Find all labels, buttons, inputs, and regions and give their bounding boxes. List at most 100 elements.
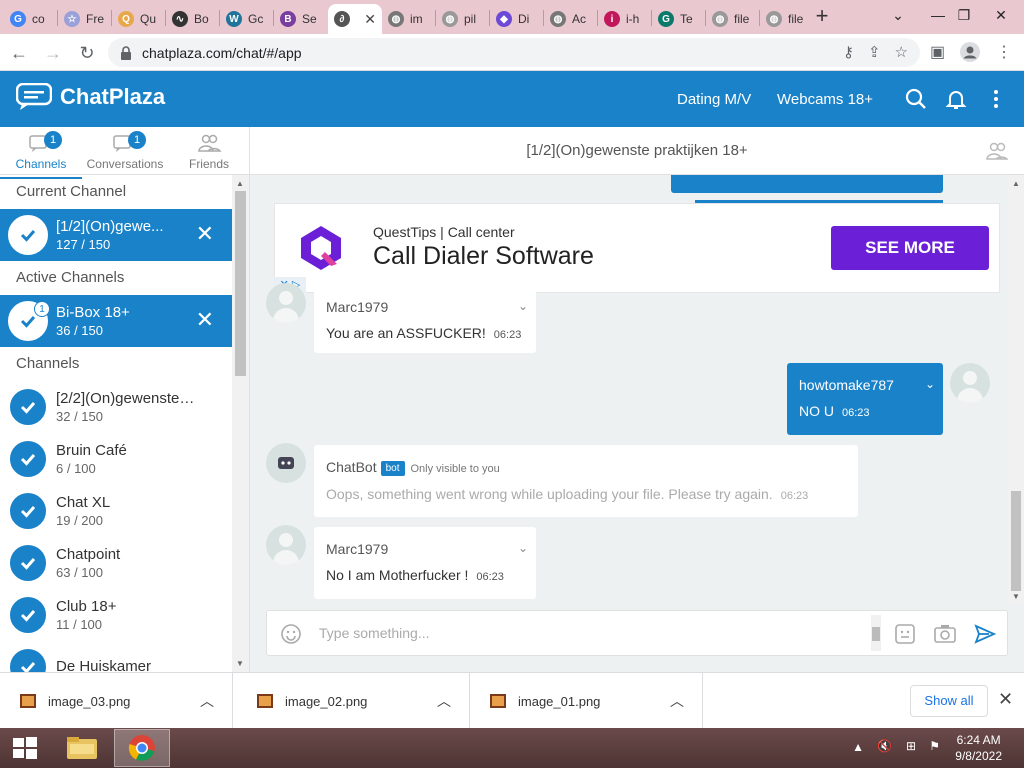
omnibox[interactable]: chatplaza.com/chat/#/app ⚷ ⇪ ☆ bbox=[108, 38, 920, 67]
download-item[interactable]: image_02.png ︿ bbox=[237, 673, 470, 729]
side-panel-icon[interactable]: ▣ bbox=[930, 42, 945, 62]
network-icon[interactable]: ⊞ bbox=[906, 739, 916, 753]
sidebar-scrollbar[interactable]: ▲ ▼ bbox=[232, 175, 249, 672]
input-scrollbar[interactable] bbox=[871, 615, 881, 651]
chatbot-avatar bbox=[266, 443, 306, 483]
chevron-down-icon[interactable]: ⌄ bbox=[925, 377, 935, 391]
more-vertical-icon[interactable] bbox=[984, 87, 1008, 111]
channel-check-icon bbox=[8, 387, 48, 427]
channel-name: Bi-Box 18+ bbox=[56, 304, 130, 321]
close-tab-icon[interactable]: ✕ bbox=[364, 11, 376, 28]
search-icon[interactable] bbox=[904, 87, 928, 111]
close-channel-icon[interactable]: ✕ bbox=[196, 309, 214, 331]
camera-icon[interactable] bbox=[933, 622, 957, 646]
browser-tab[interactable]: ◍ Ac bbox=[544, 4, 598, 34]
browser-tab[interactable]: Q Qu bbox=[112, 4, 166, 34]
tab-favicon-icon: Q bbox=[118, 11, 134, 27]
chrome-taskbar-button[interactable] bbox=[114, 729, 170, 767]
channel-item[interactable]: Chatpoint 63 / 100 bbox=[0, 537, 232, 589]
browser-tab[interactable]: W Gc bbox=[220, 4, 274, 34]
channel-item[interactable]: De Huiskamer bbox=[0, 641, 232, 672]
channel-item[interactable]: Bruin Café 6 / 100 bbox=[0, 433, 232, 485]
image-file-icon bbox=[20, 694, 36, 708]
webcams-link[interactable]: Webcams 18+ bbox=[777, 91, 873, 108]
browser-tab[interactable]: ∂ ✕ bbox=[328, 4, 382, 34]
advertisement-banner[interactable]: QuestTips | Call center Call Dialer Soft… bbox=[274, 203, 1000, 293]
new-tab-button[interactable]: + bbox=[810, 5, 834, 29]
channels-heading: Channels bbox=[16, 355, 80, 372]
bell-icon[interactable] bbox=[944, 87, 968, 111]
message-input[interactable]: Type something... bbox=[319, 625, 430, 641]
download-item[interactable]: image_01.png ︿ bbox=[470, 673, 703, 729]
chatplaza-logo[interactable]: ChatPlaza bbox=[16, 83, 165, 111]
file-explorer-button[interactable] bbox=[54, 729, 110, 767]
current-channel-item[interactable]: [1/2](On)gewe... 127 / 150 ✕ bbox=[0, 209, 232, 261]
reload-icon[interactable]: ↻ bbox=[74, 40, 100, 66]
browser-tab[interactable]: Gco bbox=[4, 4, 58, 34]
tab-channels[interactable]: 1 Channels bbox=[0, 131, 82, 179]
bookmark-star-icon[interactable]: ☆ bbox=[895, 43, 908, 61]
message-author[interactable]: howtomake787 bbox=[799, 377, 931, 393]
browser-tab[interactable]: ◍ file bbox=[760, 4, 814, 34]
message-scrollbar[interactable]: ▲ ▼ bbox=[1008, 175, 1024, 605]
see-more-button[interactable]: SEE MORE bbox=[831, 226, 989, 270]
chevron-down-icon[interactable]: ⌄ bbox=[518, 541, 528, 555]
close-downloads-icon[interactable]: ✕ bbox=[998, 689, 1013, 710]
message-author: ChatBot bbox=[326, 459, 377, 475]
chevron-up-icon[interactable]: ︿ bbox=[200, 691, 214, 711]
browser-tab[interactable]: ☆ Fre bbox=[58, 4, 112, 34]
message-author[interactable]: Marc1979 bbox=[326, 299, 524, 315]
chevron-up-icon[interactable]: ︿ bbox=[437, 691, 451, 711]
browser-menu-icon[interactable]: ⋮ bbox=[996, 42, 1012, 62]
send-icon[interactable] bbox=[973, 622, 997, 646]
unread-badge: 1 bbox=[34, 301, 50, 317]
back-icon[interactable]: ← bbox=[6, 40, 32, 66]
tab-search-icon[interactable]: ⌄ bbox=[878, 0, 918, 30]
tab-title: i-h bbox=[626, 12, 640, 26]
start-button[interactable] bbox=[0, 729, 50, 767]
channel-item[interactable]: Chat XL 19 / 200 bbox=[0, 485, 232, 537]
sidebar-scroll-thumb[interactable] bbox=[235, 191, 246, 376]
volume-muted-icon[interactable]: 🔇 bbox=[877, 739, 892, 753]
chevron-up-icon[interactable]: ︿ bbox=[670, 691, 684, 711]
dating-link[interactable]: Dating M/V bbox=[677, 91, 751, 108]
browser-tab[interactable]: ∿ Bo bbox=[166, 4, 220, 34]
download-filename: image_02.png bbox=[285, 693, 368, 709]
own-avatar[interactable] bbox=[950, 363, 990, 403]
tray-overflow-icon[interactable]: ▲ bbox=[852, 740, 864, 754]
message-author[interactable]: Marc1979 bbox=[326, 541, 524, 557]
key-icon[interactable]: ⚷ bbox=[843, 43, 854, 61]
tab-conversations[interactable]: 1 Conversations bbox=[84, 131, 166, 171]
avatar[interactable] bbox=[266, 283, 306, 323]
browser-tab[interactable]: i i-h bbox=[598, 4, 652, 34]
system-clock[interactable]: 6:24 AM 9/8/2022 bbox=[955, 732, 1002, 764]
active-channel-item[interactable]: 1 Bi-Box 18+ 36 / 150 ✕ bbox=[0, 295, 232, 347]
channel-item[interactable]: Club 18+ 11 / 100 bbox=[0, 589, 232, 641]
tab-title: Gc bbox=[248, 12, 264, 26]
close-channel-icon[interactable]: ✕ bbox=[196, 223, 214, 245]
download-item[interactable]: image_03.png ︿ bbox=[0, 673, 233, 729]
members-icon[interactable] bbox=[986, 141, 1008, 161]
sticker-icon[interactable] bbox=[893, 622, 917, 646]
emoji-icon[interactable] bbox=[279, 622, 303, 646]
avatar[interactable] bbox=[266, 525, 306, 565]
share-icon[interactable]: ⇪ bbox=[868, 43, 881, 61]
channel-item[interactable]: [2/2](On)gewenste pr... 32 / 150 bbox=[0, 381, 232, 433]
tab-friends[interactable]: Friends bbox=[168, 133, 249, 171]
browser-tab[interactable]: ◍ file bbox=[706, 4, 760, 34]
browser-tab[interactable]: B Se bbox=[274, 4, 328, 34]
own-message-bubble-partial bbox=[671, 175, 943, 193]
close-window-icon[interactable]: ✕ bbox=[978, 0, 1024, 30]
action-center-icon[interactable]: ⚑ bbox=[929, 739, 940, 753]
browser-tab[interactable]: ◍ pil bbox=[436, 4, 490, 34]
profile-avatar[interactable] bbox=[960, 42, 980, 67]
browser-tab[interactable]: G Te bbox=[652, 4, 706, 34]
forward-icon[interactable]: → bbox=[40, 40, 66, 66]
message-text: Oops, something went wrong while uploadi… bbox=[326, 486, 773, 502]
browser-tab[interactable]: ◆ Di bbox=[490, 4, 544, 34]
browser-tab[interactable]: ◍ im bbox=[382, 4, 436, 34]
chevron-down-icon[interactable]: ⌄ bbox=[518, 299, 528, 313]
show-all-button[interactable]: Show all bbox=[910, 685, 988, 717]
channel-check-icon: 1 bbox=[8, 301, 50, 341]
message-scroll-thumb[interactable] bbox=[1011, 491, 1021, 591]
